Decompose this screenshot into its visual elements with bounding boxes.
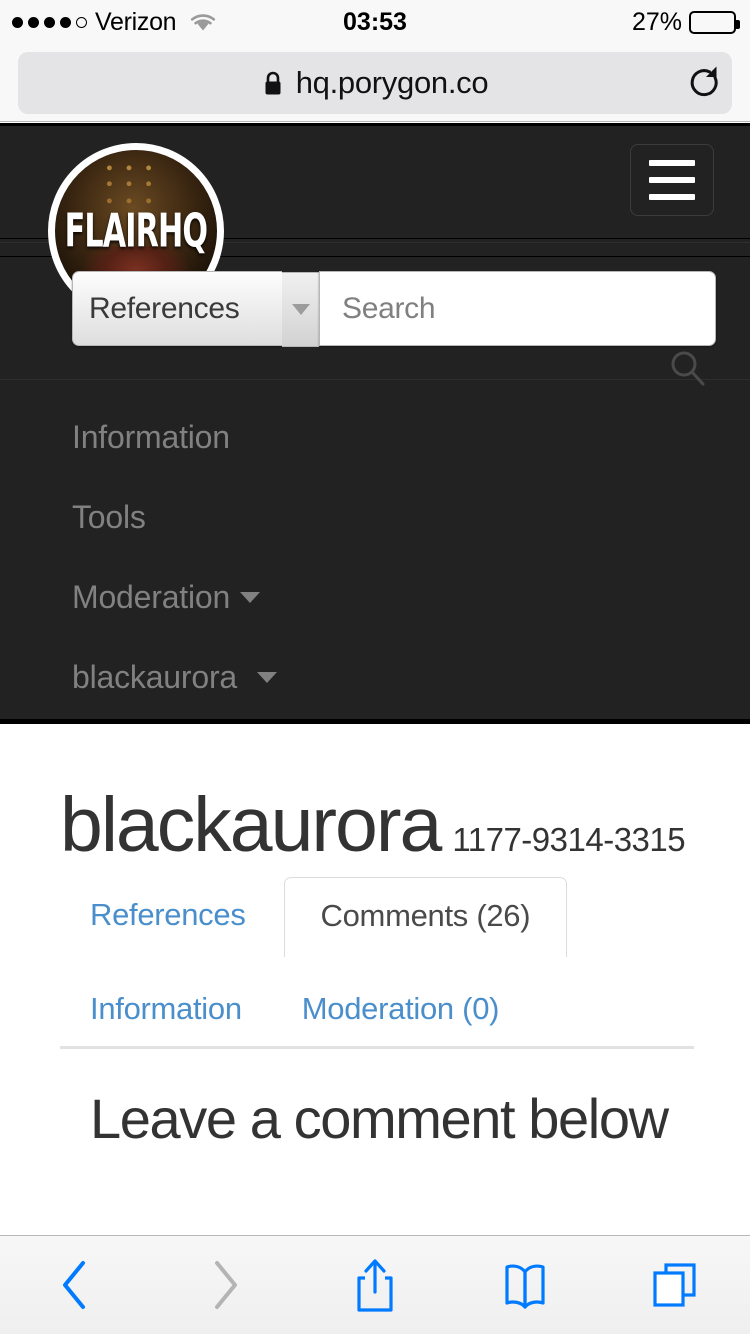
battery-icon bbox=[689, 10, 740, 34]
lock-icon bbox=[265, 71, 281, 94]
tab-moderation[interactable]: Moderation (0) bbox=[272, 971, 529, 1046]
nav-item-label: Information bbox=[72, 418, 230, 455]
book-icon bbox=[505, 1264, 545, 1309]
nav-item-label: Moderation bbox=[72, 578, 231, 615]
caret-down-icon bbox=[240, 591, 261, 603]
bookmarks-button[interactable] bbox=[465, 1236, 585, 1334]
tab-references[interactable]: References bbox=[60, 877, 276, 952]
browser-url-bar: hq.porygon.co bbox=[0, 44, 750, 122]
url-text: hq.porygon.co bbox=[295, 65, 489, 100]
mobile-browser-screen: Verizon 03:53 27% hq.porygon.co FLAIRHQ … bbox=[0, 0, 750, 1334]
hamburger-icon[interactable] bbox=[630, 144, 714, 216]
tabs-icon bbox=[653, 1263, 696, 1307]
forward-button[interactable] bbox=[165, 1236, 285, 1334]
site-header: FLAIRHQ References Search Information To… bbox=[0, 123, 750, 724]
search-scope-label: References bbox=[89, 291, 240, 325]
search-scope-select[interactable]: References bbox=[72, 271, 319, 347]
header-nav-list: Information Tools Moderation blackaurora bbox=[0, 397, 750, 717]
section-heading: Leave a comment below bbox=[90, 1087, 669, 1150]
search-icon[interactable] bbox=[668, 348, 708, 388]
tab-information[interactable]: Information bbox=[60, 971, 272, 1046]
profile-tabs: References Comments (26) Information Mod… bbox=[60, 877, 694, 1046]
header-divider bbox=[0, 379, 750, 380]
back-button[interactable] bbox=[15, 1236, 135, 1334]
chevron-right-icon bbox=[215, 1261, 237, 1309]
share-icon bbox=[357, 1259, 393, 1312]
nav-item-information[interactable]: Information bbox=[0, 397, 750, 477]
search-placeholder: Search bbox=[342, 291, 436, 325]
status-bar-right: 27% bbox=[631, 0, 740, 44]
tabs-button[interactable] bbox=[615, 1236, 735, 1334]
profile-tabs-row-two: Information Moderation (0) bbox=[60, 971, 694, 1046]
search-input[interactable]: Search bbox=[319, 271, 716, 346]
page-title-row: blackaurora 1177-9314-3315 bbox=[60, 782, 686, 868]
tab-comments[interactable]: Comments (26) bbox=[283, 877, 568, 957]
chevron-left-icon bbox=[63, 1261, 85, 1309]
caret-down-icon[interactable] bbox=[282, 272, 319, 347]
header-search-bar: References Search bbox=[72, 271, 716, 347]
page-title: blackaurora bbox=[60, 782, 442, 868]
reload-icon[interactable] bbox=[686, 63, 724, 103]
status-bar: Verizon 03:53 27% bbox=[0, 0, 750, 44]
caret-down-icon bbox=[257, 671, 278, 683]
nav-item-blackaurora[interactable]: blackaurora bbox=[0, 637, 750, 717]
battery-percent-label: 27% bbox=[631, 7, 682, 36]
url-input[interactable]: hq.porygon.co bbox=[18, 52, 732, 114]
tabs-divider bbox=[60, 1046, 694, 1049]
page-content: blackaurora 1177-9314-3315 References Co… bbox=[0, 729, 750, 1235]
logo-text: FLAIRHQ bbox=[64, 204, 208, 258]
browser-toolbar bbox=[0, 1235, 750, 1334]
friend-code-label: 1177-9314-3315 bbox=[452, 821, 686, 858]
profile-tabs-row-one: References Comments (26) bbox=[60, 877, 694, 957]
nav-item-moderation[interactable]: Moderation bbox=[0, 557, 750, 637]
nav-item-label: Tools bbox=[72, 498, 146, 535]
nav-item-tools[interactable]: Tools bbox=[0, 477, 750, 557]
share-button[interactable] bbox=[315, 1236, 435, 1334]
nav-item-label: blackaurora bbox=[72, 658, 238, 695]
